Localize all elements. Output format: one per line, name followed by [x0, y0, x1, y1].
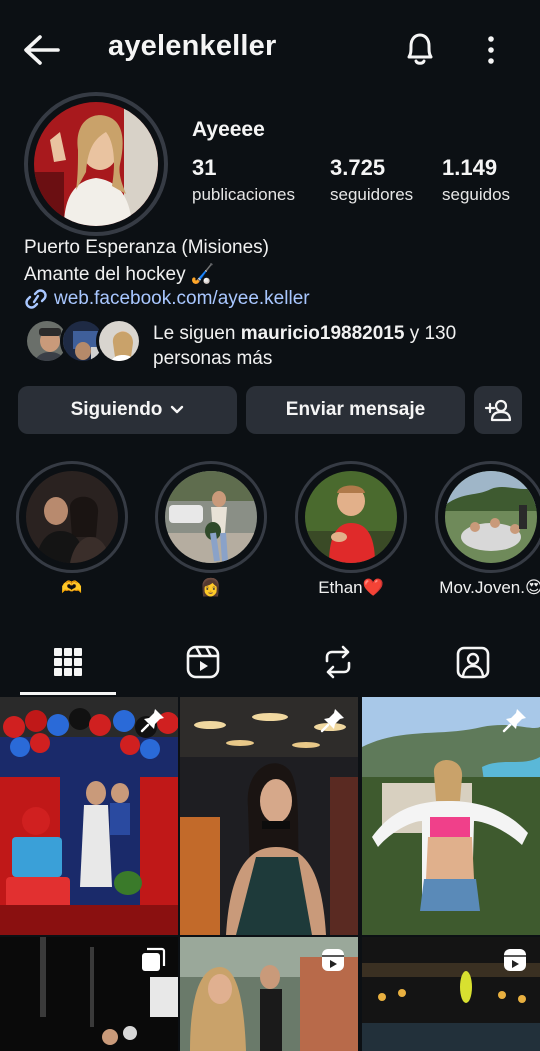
followers-count-value: 3.725 [330, 155, 386, 180]
mutual-follower-avatar [96, 318, 142, 364]
profile-username: ayelenkeller [108, 30, 277, 62]
bio-line-hobby: Amante del hockey 🏑 [24, 264, 215, 285]
reels-icon [186, 645, 219, 679]
bio-line-location: Puerto Esperanza (Misiones) [24, 237, 269, 258]
story-highlight[interactable]: 👩 [155, 461, 267, 598]
carousel-icon [142, 947, 166, 971]
story-highlight-label: Mov.Joven.😍 [439, 578, 540, 597]
reel-icon [504, 949, 526, 971]
pin-icon [320, 709, 344, 733]
story-highlight-cover [305, 471, 397, 563]
story-highlight-ring [435, 461, 540, 573]
active-tab-indicator [20, 692, 116, 695]
post-thumbnail[interactable] [180, 937, 358, 1051]
post-thumbnail[interactable] [362, 937, 540, 1051]
top-bar: ayelenkeller [0, 0, 540, 100]
story-highlight-ring [295, 461, 407, 573]
avatar[interactable] [34, 102, 158, 226]
reposts-icon [325, 645, 350, 679]
grid-icon [53, 648, 82, 676]
reel-icon [322, 949, 344, 971]
followers-count[interactable]: 3.725 seguidores [330, 155, 413, 205]
tab-reels[interactable] [135, 630, 270, 694]
story-highlight-label: Ethan❤️ [318, 578, 384, 597]
send-message-button[interactable]: Enviar mensaje [246, 386, 465, 434]
following-count-value: 1.149 [442, 155, 498, 180]
back-arrow-icon[interactable] [22, 33, 62, 67]
suggested-users-button[interactable] [474, 386, 522, 434]
story-highlight-ring [155, 461, 267, 573]
bio-link[interactable]: web.facebook.com/ayee.keller [24, 288, 310, 310]
mutual-followers-text[interactable]: Le siguen mauricio19882015 y 130 persona… [153, 321, 523, 371]
mutual-followers-avatars[interactable] [24, 318, 144, 364]
following-button[interactable]: Siguiendo [18, 386, 237, 434]
followers-count-label: seguidores [330, 185, 414, 204]
mutual-prefix: Le siguen [153, 323, 241, 344]
tab-reposts[interactable] [270, 630, 405, 694]
link-icon [25, 289, 47, 309]
post-thumbnail[interactable] [362, 697, 540, 935]
bell-icon[interactable] [402, 30, 438, 68]
following-count-label: seguidos [442, 185, 511, 204]
profile-tabs [0, 630, 540, 696]
bio-link-text: web.facebook.com/ayee.keller [54, 288, 310, 309]
pin-icon [502, 709, 526, 733]
post-thumbnail[interactable] [180, 697, 358, 935]
following-count[interactable]: 1.149 seguidos [442, 155, 510, 205]
send-message-button-label: Enviar mensaje [285, 399, 426, 420]
add-user-icon [484, 399, 512, 422]
following-button-label: Siguiendo [70, 399, 163, 420]
story-highlight-cover [445, 471, 537, 563]
story-highlight-cover [26, 471, 118, 563]
story-highlight-label: 👩 [200, 578, 222, 597]
story-highlight[interactable]: 🫶 [16, 461, 128, 598]
mutual-username[interactable]: mauricio19882015 [241, 323, 405, 344]
tab-tagged[interactable] [405, 630, 540, 694]
more-vertical-icon[interactable] [478, 34, 504, 66]
pin-icon [140, 709, 164, 733]
post-thumbnail[interactable] [0, 697, 178, 935]
posts-count-label: publicaciones [192, 185, 296, 204]
posts-count[interactable]: 31 publicaciones [192, 155, 295, 205]
post-thumbnail[interactable] [0, 937, 178, 1051]
story-highlight-cover [165, 471, 257, 563]
story-highlight-ring [16, 461, 128, 573]
profile-display-name: Ayeeee [192, 118, 265, 141]
posts-count-value: 31 [192, 155, 217, 180]
tab-posts-grid[interactable] [0, 630, 135, 694]
chevron-down-icon [171, 405, 184, 414]
story-highlight-label: 🫶 [61, 578, 83, 597]
story-highlight[interactable]: Ethan❤️ [295, 461, 407, 598]
tagged-icon [456, 646, 489, 679]
story-highlight[interactable]: Mov.Joven.😍 [435, 461, 540, 598]
